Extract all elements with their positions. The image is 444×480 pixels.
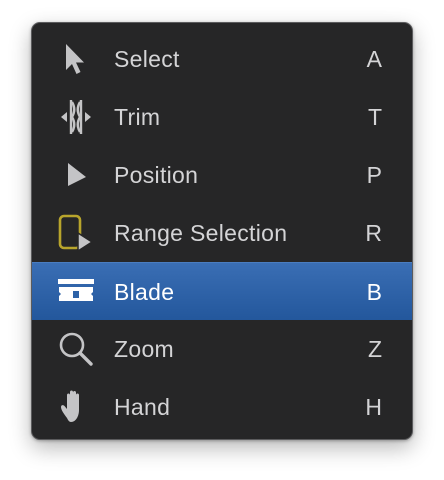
shortcut-key: P xyxy=(366,162,382,188)
blade-icon xyxy=(56,272,96,312)
menu-item-zoom[interactable]: Zoom Z xyxy=(32,320,412,378)
menu-item-label: Range Selection xyxy=(114,220,288,246)
shortcut-key: H xyxy=(365,394,382,420)
menu-item-trim[interactable]: Trim T xyxy=(32,88,412,146)
menu-item-position[interactable]: Position P xyxy=(32,146,412,204)
shortcut-key: T xyxy=(367,104,382,130)
shortcut-key: Z xyxy=(367,336,382,362)
menu-item-label: Select xyxy=(114,46,180,72)
menu-item-blade[interactable]: Blade B xyxy=(32,262,412,320)
shortcut-key: R xyxy=(365,220,382,246)
position-arrow-icon xyxy=(56,155,96,195)
menu-item-label: Position xyxy=(114,162,199,188)
menu-item-select[interactable]: Select A xyxy=(32,30,412,88)
shortcut-key: A xyxy=(366,46,382,72)
menu-item-range-selection[interactable]: Range Selection R xyxy=(32,204,412,262)
trim-icon xyxy=(56,97,96,137)
menu-item-label: Trim xyxy=(114,104,161,130)
menu-item-label: Zoom xyxy=(114,336,174,362)
menu-item-label: Blade xyxy=(114,279,175,305)
hand-icon xyxy=(56,387,96,427)
arrow-pointer-icon xyxy=(56,39,96,79)
shortcut-key: B xyxy=(366,279,382,305)
menu-item-hand[interactable]: Hand H xyxy=(32,378,412,436)
tool-menu: Select A Trim T Position P Range Selecti… xyxy=(31,22,413,440)
menu-item-label: Hand xyxy=(114,394,171,420)
magnifier-icon xyxy=(56,329,96,369)
range-selection-icon xyxy=(56,213,96,253)
